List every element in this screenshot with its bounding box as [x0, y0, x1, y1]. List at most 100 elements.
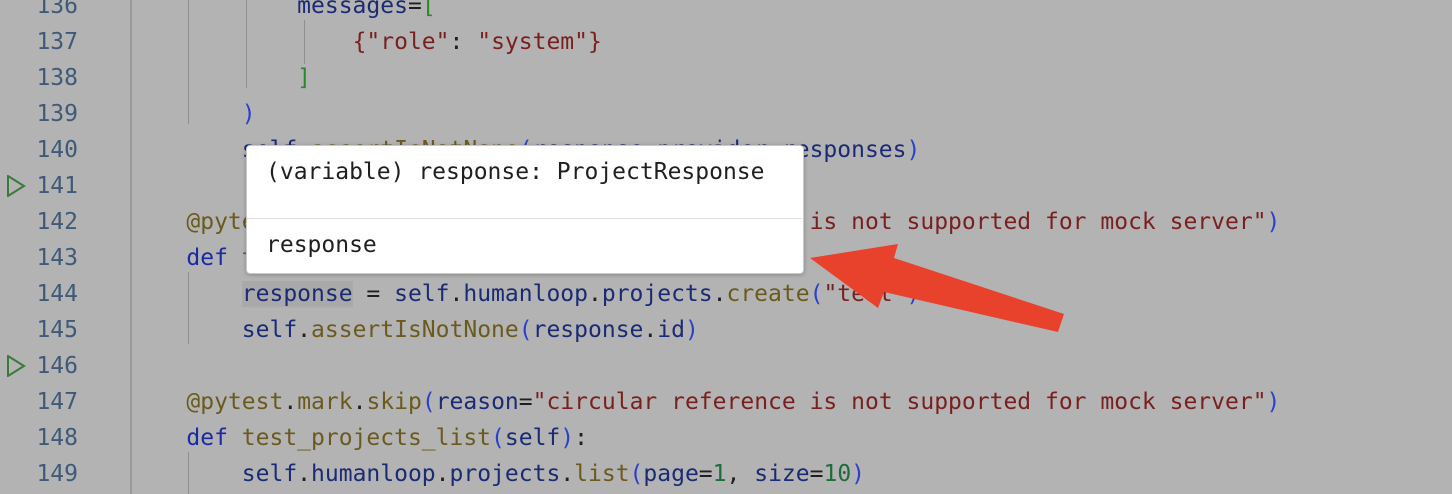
code-token: =	[698, 461, 713, 487]
code-line[interactable]: 147 @pytest.mark.skip(reason="circular r…	[0, 384, 1452, 420]
code-token: self	[394, 281, 450, 307]
code-token: def	[186, 245, 242, 271]
code-token: list	[574, 461, 630, 487]
code-token: .	[297, 461, 312, 487]
code-line[interactable]: 148 def test_projects_list(self):	[0, 420, 1452, 456]
code-token: response	[532, 317, 644, 343]
code-token: self	[241, 317, 298, 343]
code-token: )	[906, 137, 921, 163]
code-token: .	[435, 461, 450, 487]
code-token: 10	[823, 461, 852, 487]
line-number: 138	[36, 65, 78, 91]
code-token: =	[352, 281, 395, 307]
code-token: create	[726, 281, 810, 307]
code-line[interactable]: 149 self.humanloop.projects.list(page=1,…	[0, 456, 1452, 492]
run-test-icon[interactable]	[6, 175, 26, 197]
code-token: .	[449, 281, 464, 307]
code-token: :	[449, 29, 478, 55]
code-line[interactable]: 137 {"role": "system"}	[0, 24, 1452, 60]
code-line[interactable]: 144 response = self.humanloop.projects.c…	[0, 276, 1452, 312]
code-token: [	[421, 0, 436, 19]
line-number: 148	[36, 425, 78, 451]
indent-guide	[188, 452, 189, 494]
code-token: humanloop	[463, 281, 588, 307]
code-token: "role"	[366, 29, 450, 55]
run-test-icon[interactable]	[6, 355, 26, 377]
code-token: projects	[601, 281, 713, 307]
code-token: )	[851, 461, 866, 487]
code-token: response	[241, 281, 353, 307]
line-number: 136	[36, 0, 78, 19]
line-number: 137	[36, 29, 78, 55]
code-line[interactable]: 146	[0, 348, 1452, 384]
code-line[interactable]: 139 )	[0, 96, 1452, 132]
code-token: )	[684, 317, 699, 343]
code-text: @pytest.mark.skip(reason="circular refer…	[131, 384, 1280, 420]
code-token: .	[560, 461, 575, 487]
indent-guide	[246, 0, 247, 88]
tooltip-doc: response	[266, 232, 377, 258]
tooltip-signature: (variable) response: ProjectResponse	[266, 159, 765, 185]
code-token: )	[1266, 209, 1281, 235]
code-token: }	[588, 29, 602, 55]
code-token: id	[657, 317, 685, 343]
code-token: page	[643, 461, 699, 487]
code-token: size	[754, 461, 810, 487]
indent-guide	[188, 0, 189, 124]
line-number: 142	[36, 209, 78, 235]
code-token: humanloop	[311, 461, 436, 487]
code-token: {	[352, 29, 367, 55]
line-number: 147	[36, 389, 78, 415]
code-token: )	[1266, 389, 1281, 415]
code-token: (	[518, 317, 533, 343]
code-token: skip	[366, 389, 422, 415]
code-line[interactable]: 138 ]	[0, 60, 1452, 96]
code-token: @pytest	[186, 389, 284, 415]
code-text: ]	[131, 60, 311, 96]
code-token: def	[186, 425, 242, 451]
indent-guide	[304, 20, 305, 64]
code-token: .	[712, 281, 727, 307]
code-token: )	[241, 101, 256, 127]
line-number: 144	[36, 281, 78, 307]
line-number: 143	[36, 245, 78, 271]
code-token: .	[283, 389, 298, 415]
code-token: "circular reference is not supported for…	[532, 389, 1267, 415]
line-number: 140	[36, 137, 78, 163]
tooltip-divider	[247, 218, 803, 219]
line-number: 145	[36, 317, 78, 343]
indent-guide	[188, 272, 189, 344]
code-token: =	[518, 389, 533, 415]
code-token: (	[491, 425, 505, 451]
code-token: mark	[297, 389, 353, 415]
hover-tooltip: (variable) response: ProjectResponse res…	[246, 145, 804, 274]
code-token: =	[809, 461, 824, 487]
code-token: .	[352, 389, 367, 415]
code-token: "system"	[477, 29, 588, 55]
code-token: )	[560, 425, 575, 451]
line-number: 139	[36, 101, 78, 127]
code-text: def test_projects_list(self):	[131, 420, 588, 456]
code-text: self.humanloop.projects.list(page=1, siz…	[131, 456, 865, 492]
code-token: self	[241, 461, 298, 487]
code-text: self.assertIsNotNone(response.id)	[131, 312, 699, 348]
code-token: ,	[726, 461, 755, 487]
code-token: ]	[297, 65, 312, 91]
code-token: projects	[449, 461, 561, 487]
code-token: (	[629, 461, 644, 487]
red-arrow-icon	[810, 244, 1064, 332]
code-token: :	[574, 425, 588, 451]
code-text: )	[131, 96, 256, 132]
code-token: self	[504, 425, 561, 451]
code-token: .	[297, 317, 312, 343]
code-token: (	[421, 389, 436, 415]
code-line[interactable]: 136 messages=[	[0, 0, 1452, 24]
code-line[interactable]: 145 self.assertIsNotNone(response.id)	[0, 312, 1452, 348]
code-text: messages=[	[131, 0, 436, 24]
code-token: =	[407, 0, 422, 19]
code-token: messages	[297, 0, 408, 19]
code-text: {"role": "system"}	[131, 24, 602, 60]
code-token: test_projects_list	[241, 425, 492, 451]
